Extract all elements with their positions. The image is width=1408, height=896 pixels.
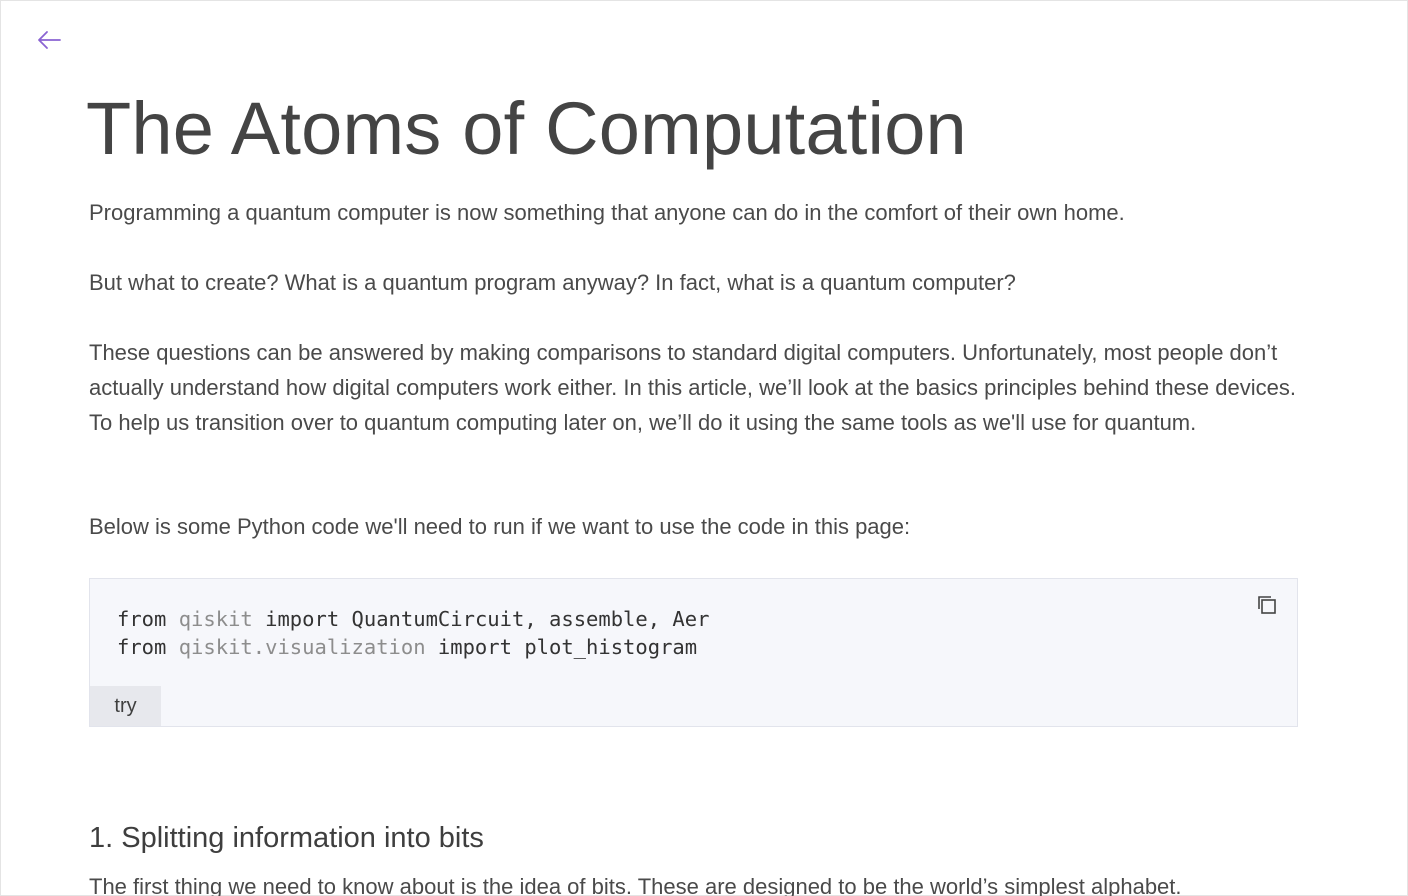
try-button[interactable]: try <box>90 686 161 726</box>
intro-paragraph: Programming a quantum computer is now so… <box>89 200 1125 225</box>
arrow-left-icon <box>36 30 62 50</box>
code-imported-names: plot_histogram <box>524 635 698 659</box>
code-keyword: import <box>437 635 512 659</box>
code-module-name: qiskit.visualization <box>178 635 426 659</box>
questions-paragraph: But what to create? What is a quantum pr… <box>89 270 1016 295</box>
code-keyword: import <box>265 607 340 631</box>
code-intro-paragraph: Below is some Python code we'll need to … <box>89 514 911 539</box>
code-imported-names: QuantumCircuit, assemble, Aer <box>351 607 710 631</box>
code-keyword: from <box>117 635 167 659</box>
back-button[interactable] <box>34 25 64 55</box>
page-title: The Atoms of Computation <box>86 87 967 170</box>
copy-icon <box>1256 594 1278 621</box>
comparison-paragraph: These questions can be answered by makin… <box>89 340 1296 435</box>
code-cell: from qiskit import QuantumCircuit, assem… <box>89 578 1298 727</box>
code-module-name: qiskit <box>178 607 253 631</box>
bits-paragraph: The first thing we need to know about is… <box>89 874 1182 896</box>
code-text[interactable]: from qiskit import QuantumCircuit, assem… <box>117 605 709 661</box>
copy-code-button[interactable] <box>1254 594 1280 620</box>
code-keyword: from <box>117 607 167 631</box>
section-heading: 1. Splitting information into bits <box>89 822 484 854</box>
